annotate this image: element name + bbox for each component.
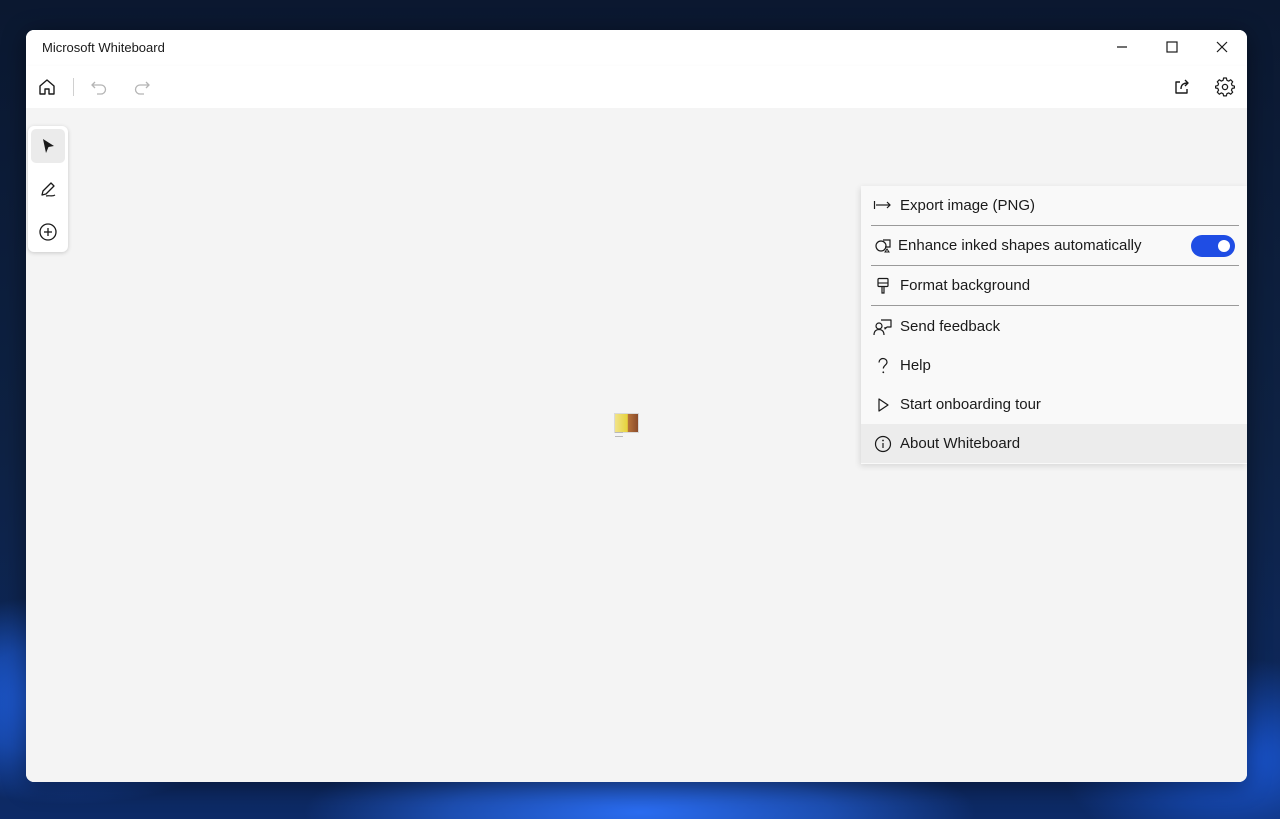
pointer-icon — [43, 139, 54, 153]
play-icon — [873, 395, 893, 415]
add-circle-icon — [39, 223, 57, 241]
export-arrow-icon — [873, 196, 893, 216]
close-button[interactable] — [1199, 30, 1245, 64]
main-toolbar — [26, 66, 1247, 109]
menu-item-about[interactable]: About Whiteboard — [861, 424, 1247, 463]
menu-item-send-feedback[interactable]: Send feedback — [861, 307, 1247, 346]
share-button[interactable] — [1166, 71, 1198, 103]
tools-palette — [28, 126, 68, 252]
menu-item-label: Start onboarding tour — [900, 396, 1041, 413]
title-bar: Microsoft Whiteboard — [26, 30, 1247, 66]
close-icon — [1216, 41, 1228, 53]
inserted-image-thumbnail[interactable] — [614, 413, 639, 433]
menu-item-label: Export image (PNG) — [900, 197, 1036, 214]
menu-item-label: Help — [900, 357, 931, 374]
maximize-button[interactable] — [1149, 30, 1195, 64]
menu-item-onboarding-tour[interactable]: Start onboarding tour — [861, 385, 1247, 424]
settings-button[interactable] — [1209, 71, 1241, 103]
home-icon — [39, 79, 55, 95]
menu-item-enhance-shapes[interactable]: Enhance inked shapes automatically — [861, 226, 1247, 265]
pen-icon — [41, 182, 56, 197]
undo-button[interactable] — [83, 71, 115, 103]
paint-brush-icon — [873, 276, 893, 296]
question-icon — [873, 356, 893, 376]
image-caption-marker — [615, 432, 623, 437]
settings-menu: Export image (PNG) Enhance inked shapes … — [861, 186, 1247, 464]
gear-icon — [1215, 77, 1235, 97]
feedback-icon — [873, 317, 893, 337]
toggle-knob — [1218, 240, 1230, 252]
home-button[interactable] — [31, 71, 63, 103]
undo-icon — [91, 81, 107, 95]
menu-item-label: Send feedback — [900, 318, 1001, 335]
menu-item-label: Enhance inked shapes automatically — [898, 237, 1142, 254]
menu-item-label: About Whiteboard — [900, 435, 1021, 452]
maximize-icon — [1166, 41, 1178, 53]
select-tool-button[interactable] — [31, 129, 65, 163]
redo-button[interactable] — [126, 71, 158, 103]
whiteboard-window: Microsoft Whiteboard Export image (PNG) … — [26, 30, 1247, 782]
minimize-icon — [1117, 46, 1127, 48]
toolbar-divider — [73, 78, 74, 96]
whiteboard-canvas[interactable]: Export image (PNG) Enhance inked shapes … — [26, 108, 1247, 782]
share-icon — [1175, 79, 1189, 94]
menu-item-export-image[interactable]: Export image (PNG) — [861, 186, 1247, 225]
menu-item-help[interactable]: Help — [861, 346, 1247, 385]
shapes-icon — [873, 236, 893, 256]
add-tool-button[interactable] — [31, 215, 65, 249]
enhance-shapes-toggle[interactable] — [1191, 235, 1235, 257]
menu-divider — [871, 305, 1239, 306]
redo-icon — [134, 81, 150, 95]
menu-item-format-background[interactable]: Format background — [861, 266, 1247, 305]
pen-tool-button[interactable] — [31, 172, 65, 206]
menu-item-label: Format background — [900, 277, 1031, 294]
info-icon — [873, 434, 893, 454]
minimize-button[interactable] — [1099, 30, 1145, 64]
app-title: Microsoft Whiteboard — [42, 40, 165, 55]
